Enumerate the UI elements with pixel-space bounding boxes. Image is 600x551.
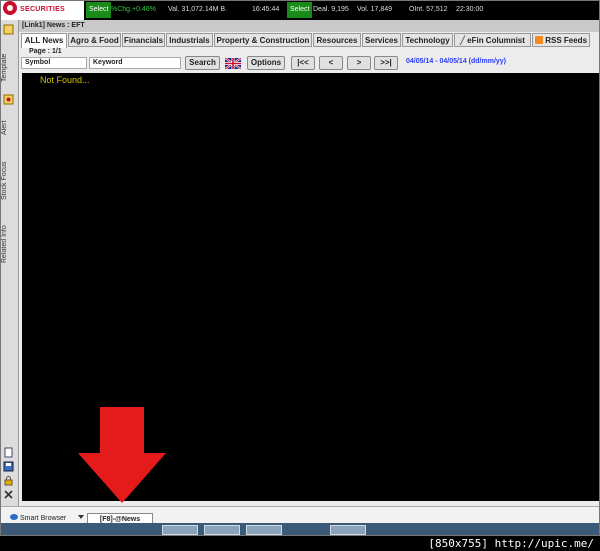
broker-logo: SECURITIES [0, 0, 84, 20]
news-toolbar: Symbol Keyword Search Options |<< < > >>… [19, 55, 600, 73]
options-button[interactable]: Options [247, 56, 285, 70]
ticker-time-2: 22:30:00 [456, 6, 484, 13]
previous-page-button[interactable]: < [319, 56, 343, 70]
tab-technology[interactable]: Technology [402, 33, 453, 47]
side-tab-related-info[interactable]: Related Info [1, 216, 17, 272]
alert-icon[interactable] [3, 94, 14, 105]
not-found-message: Not Found... [40, 75, 90, 85]
search-button[interactable]: Search [185, 56, 220, 70]
tab-property-construction[interactable]: Property & Construction [214, 33, 312, 47]
date-range: 04/05/14 - 04/05/14 (dd/mm/yy) [406, 58, 506, 65]
ticker-select-button-2[interactable]: Select [287, 2, 313, 18]
ticker-open-interest: OInt. 57,512 [409, 6, 448, 13]
tab-rss-feeds-label: RSS Feeds [545, 36, 588, 45]
tab-industrials[interactable]: Industrials [166, 33, 213, 47]
language-flag-icon[interactable] [225, 58, 241, 69]
page-icon[interactable] [3, 447, 14, 458]
tab-efin-columnist-label: eFin Columnist [467, 36, 525, 45]
tab-services[interactable]: Services [362, 33, 401, 47]
save-icon[interactable] [3, 461, 14, 472]
red-arrow-annotation [78, 407, 166, 503]
tab-efin-columnist[interactable]: ╱ eFin Columnist [454, 33, 531, 47]
image-credit-text: [850x755] http://upic.me/ [428, 537, 594, 550]
image-credit-bar: [850x755] http://upic.me/ [0, 536, 600, 551]
browser-icon [10, 514, 18, 520]
first-page-button[interactable]: |<< [291, 56, 315, 70]
close-icon[interactable] [3, 489, 14, 500]
side-tab-template[interactable]: Template [1, 38, 17, 98]
tab-rss-feeds[interactable]: RSS Feeds [532, 33, 590, 47]
ticker-select-button-1[interactable]: Select [86, 2, 112, 18]
keyword-field[interactable]: Keyword [89, 57, 181, 69]
ticker-deal: Deal. 9,195 [313, 6, 349, 13]
tab-financials[interactable]: Financials [122, 33, 165, 47]
chevron-down-icon[interactable] [78, 515, 84, 519]
side-tab-alert[interactable]: Alert [1, 108, 17, 148]
next-page-button[interactable]: > [347, 56, 371, 70]
side-tab-stock-focus[interactable]: Stock Focus [1, 152, 17, 210]
taskbar-button-1[interactable] [162, 525, 198, 535]
ticker-bar: SECURITIES Select %Chg.+0.46% Val. 31,07… [0, 0, 600, 20]
rss-icon [534, 36, 543, 44]
symbol-field[interactable]: Symbol [21, 57, 87, 69]
template-icon[interactable] [3, 24, 14, 35]
page-indicator: Page : 1/1 [29, 48, 62, 55]
window-title: [Link1] News : EFT [19, 20, 600, 32]
ticker-value: Val. 31,072.14M B. [168, 6, 228, 13]
taskbar-button-2[interactable] [204, 525, 240, 535]
broker-logo-icon [3, 1, 17, 15]
tab-all-news[interactable]: ALL News [21, 33, 67, 48]
last-page-button[interactable]: >>| [374, 56, 398, 70]
taskbar-button-3[interactable] [246, 525, 282, 535]
smart-browser-label: Smart Browser [19, 515, 67, 522]
tab-resources[interactable]: Resources [313, 33, 361, 47]
lock-icon[interactable] [3, 475, 14, 486]
ticker-change: %Chg.+0.46% [111, 6, 156, 13]
news-category-tabs: ALL News Agro & Food Financials Industri… [19, 33, 600, 48]
tab-agro-food[interactable]: Agro & Food [68, 33, 121, 47]
broker-logo-text: SECURITIES [20, 6, 66, 13]
ticker-volume: Vol. 17,849 [357, 6, 393, 13]
left-side-panel: Template Alert Stock Focus Related Info [0, 20, 19, 506]
taskbar-button-4[interactable] [330, 525, 366, 535]
edit-icon: ╱ [460, 36, 465, 45]
ticker-time: 16:45:44 [252, 6, 280, 13]
taskbar [0, 523, 600, 536]
